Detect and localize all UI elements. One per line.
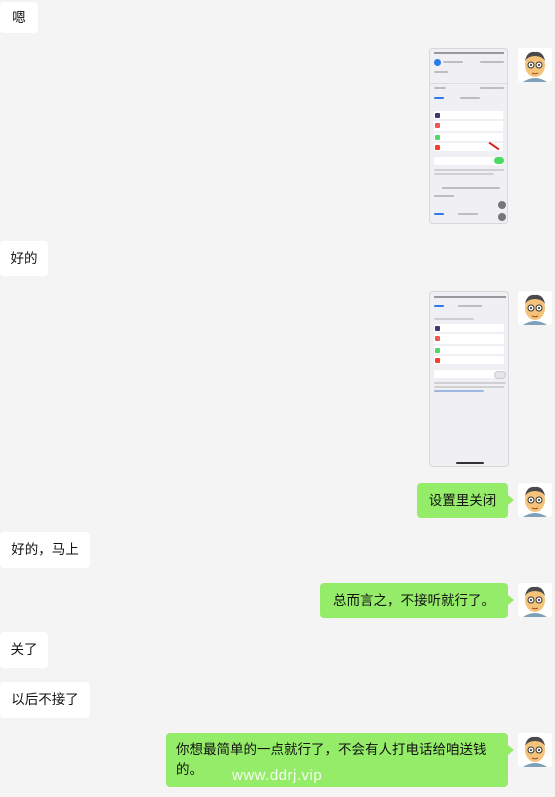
avatar[interactable] (518, 291, 552, 325)
message-bubble-right[interactable]: 总而言之，不接听就行了。 (320, 583, 514, 618)
avatar[interactable] (518, 48, 552, 82)
message-bubble-left[interactable]: 嗯 (0, 2, 38, 33)
message-bubble-left[interactable]: 好的 (0, 241, 48, 276)
toggle-switch (494, 371, 506, 379)
status-bar (434, 52, 504, 54)
screenshot-image-2[interactable] (429, 291, 509, 467)
cartoon-man-avatar-icon (518, 483, 552, 517)
message-bubble-right[interactable]: 你想最简单的一点就行了，不会有人打电话给咱送钱的。 (166, 733, 514, 787)
avatar[interactable] (518, 483, 552, 517)
cartoon-man-avatar-icon (518, 48, 552, 82)
avatar[interactable] (518, 583, 552, 617)
watermark: www.ddrj.vip (232, 767, 323, 784)
avatar[interactable] (518, 733, 552, 767)
cartoon-man-avatar-icon (518, 733, 552, 767)
message-bubble-right[interactable]: 设置里关闭 (417, 483, 514, 518)
cartoon-man-avatar-icon (518, 291, 552, 325)
toggle-switch (494, 157, 504, 164)
app-icon (434, 59, 441, 66)
message-bubble-left[interactable]: 以后不接了 (0, 682, 90, 718)
message-bubble-left[interactable]: 关了 (0, 632, 48, 668)
screenshot-image-1[interactable] (429, 48, 508, 224)
cartoon-man-avatar-icon (518, 583, 552, 617)
message-bubble-left[interactable]: 好的，马上 (0, 532, 90, 568)
divider (430, 83, 507, 84)
